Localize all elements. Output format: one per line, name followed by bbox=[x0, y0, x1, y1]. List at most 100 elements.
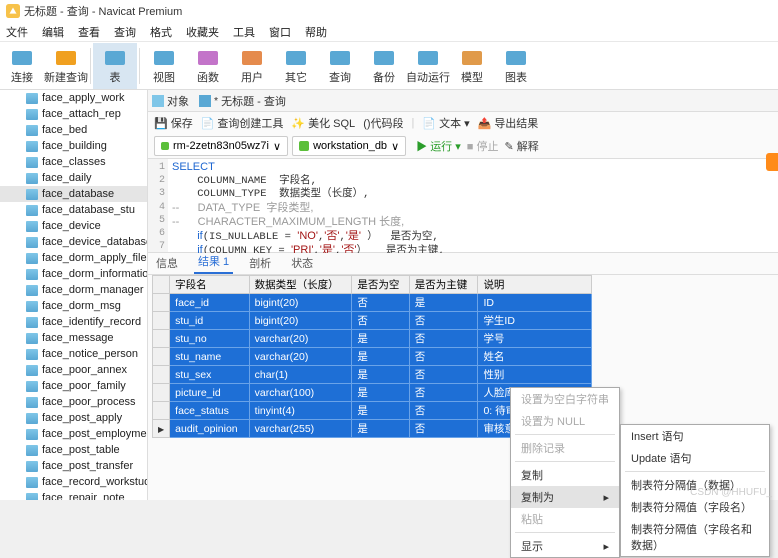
tree-item-face_building[interactable]: face_building bbox=[0, 138, 147, 154]
tree-item-face_record_workstudy[interactable]: face_record_workstudy bbox=[0, 474, 147, 490]
tab-profile[interactable]: 剖析 bbox=[245, 252, 275, 274]
toolbar-图表[interactable]: 图表 bbox=[494, 43, 538, 89]
tree-item-face_post_employmen[interactable]: face_post_employmen bbox=[0, 426, 147, 442]
toolbar-连接[interactable]: 连接 bbox=[0, 43, 44, 89]
watermark: CSDN @HHUFU_ bbox=[690, 487, 772, 498]
ctx-set-blank[interactable]: 设置为空白字符串 bbox=[511, 388, 619, 410]
ctx-show[interactable]: 显示▸ bbox=[511, 535, 619, 557]
table-icon bbox=[26, 429, 38, 440]
tree-item-face_dorm_manager[interactable]: face_dorm_manager bbox=[0, 282, 147, 298]
explain-button[interactable]: ✎ 解释 bbox=[504, 138, 538, 154]
table-row[interactable]: stu_novarchar(20)是否学号 bbox=[153, 330, 592, 348]
tree-item-face_dorm_information[interactable]: face_dorm_information bbox=[0, 266, 147, 282]
toolbar-备份[interactable]: 备份 bbox=[362, 43, 406, 89]
table-row[interactable]: stu_idbigint(20)否否学生ID bbox=[153, 312, 592, 330]
tree-item-face_device_database[interactable]: face_device_database bbox=[0, 234, 147, 250]
ctx-paste[interactable]: 粘贴 bbox=[511, 508, 619, 530]
tab-objects[interactable]: 对象 bbox=[152, 93, 189, 109]
object-sidebar[interactable]: face_apply_workface_attach_repface_bedfa… bbox=[0, 90, 148, 500]
menu-help[interactable]: 帮助 bbox=[305, 24, 327, 40]
tree-item-face_database_stu[interactable]: face_database_stu bbox=[0, 202, 147, 218]
sql-editor[interactable]: 123456789 SELECT COLUMN_NAME 字段名, COLUMN… bbox=[148, 158, 778, 253]
grid-icon bbox=[152, 95, 164, 107]
toolbar-函数[interactable]: 函数 bbox=[186, 43, 230, 89]
column-header[interactable]: 字段名 bbox=[170, 276, 250, 294]
tree-item-face_post_table[interactable]: face_post_table bbox=[0, 442, 147, 458]
context-menu[interactable]: 设置为空白字符串 设置为 NULL 删除记录 复制 复制为▸ 粘贴 显示▸ bbox=[510, 387, 620, 558]
ctx-copy-as[interactable]: 复制为▸ bbox=[511, 486, 619, 508]
table-icon bbox=[26, 205, 38, 216]
database-select[interactable]: workstation_db ∨ bbox=[292, 136, 406, 156]
ctx-copy[interactable]: 复制 bbox=[511, 464, 619, 486]
menu-format[interactable]: 格式 bbox=[150, 24, 172, 40]
tab-result[interactable]: 结果 1 bbox=[194, 250, 233, 274]
toolbar-查询[interactable]: 查询 bbox=[318, 43, 362, 89]
tree-item-face_daily[interactable]: face_daily bbox=[0, 170, 147, 186]
tree-item-face_post_transfer[interactable]: face_post_transfer bbox=[0, 458, 147, 474]
tree-item-face_repair_note[interactable]: face_repair_note bbox=[0, 490, 147, 500]
sql-text[interactable]: SELECT COLUMN_NAME 字段名, COLUMN_TYPE 数据类型… bbox=[168, 159, 778, 252]
tree-item-face_classes[interactable]: face_classes bbox=[0, 154, 147, 170]
menu-edit[interactable]: 编辑 bbox=[42, 24, 64, 40]
save-button[interactable]: 💾 保存 bbox=[154, 115, 193, 131]
toolbar-表[interactable]: 表 bbox=[93, 43, 137, 89]
menu-tools[interactable]: 工具 bbox=[233, 24, 255, 40]
menu-view[interactable]: 查看 bbox=[78, 24, 100, 40]
toolbar-用户[interactable]: 用户 bbox=[230, 43, 274, 89]
toolbar-其它[interactable]: 其它 bbox=[274, 43, 318, 89]
side-tag[interactable] bbox=[766, 153, 778, 171]
snippet-button[interactable]: ()代码段 bbox=[363, 115, 403, 131]
menu-query[interactable]: 查询 bbox=[114, 24, 136, 40]
ctx-tsv-headers[interactable]: 制表符分隔值（字段名） bbox=[621, 496, 769, 518]
table-icon bbox=[26, 493, 38, 501]
toolbar-模型[interactable]: 模型 bbox=[450, 43, 494, 89]
ctx-delete[interactable]: 删除记录 bbox=[511, 437, 619, 459]
table-icon bbox=[26, 269, 38, 280]
ctx-set-null[interactable]: 设置为 NULL bbox=[511, 410, 619, 432]
tree-item-face_dorm_apply_file[interactable]: face_dorm_apply_file bbox=[0, 250, 147, 266]
table-icon bbox=[26, 461, 38, 472]
table-row[interactable]: face_idbigint(20)否是ID bbox=[153, 294, 592, 312]
server-select[interactable]: rm-2zetn83n05wz7i ∨ bbox=[154, 136, 288, 156]
ctx-insert-stmt[interactable]: Insert 语句 bbox=[621, 425, 769, 447]
menu-file[interactable]: 文件 bbox=[6, 24, 28, 40]
stop-button[interactable]: ■ 停止 bbox=[467, 138, 499, 154]
menu-window[interactable]: 窗口 bbox=[269, 24, 291, 40]
column-header[interactable]: 是否为空 bbox=[352, 276, 409, 294]
text-button[interactable]: 📄 文本 ▾ bbox=[422, 115, 469, 131]
table-row[interactable]: stu_sexchar(1)是否性别 bbox=[153, 366, 592, 384]
tab-info[interactable]: 信息 bbox=[152, 252, 182, 274]
ctx-update-stmt[interactable]: Update 语句 bbox=[621, 447, 769, 469]
tree-item-face_message[interactable]: face_message bbox=[0, 330, 147, 346]
tree-item-face_device[interactable]: face_device bbox=[0, 218, 147, 234]
tree-item-face_database[interactable]: face_database bbox=[0, 186, 147, 202]
toolbar-新建查询[interactable]: 新建查询 bbox=[44, 43, 88, 89]
tree-item-face_post_apply[interactable]: face_post_apply bbox=[0, 410, 147, 426]
table-row[interactable]: stu_namevarchar(20)是否姓名 bbox=[153, 348, 592, 366]
tab-query[interactable]: * 无标题 - 查询 bbox=[199, 93, 286, 109]
chevron-right-icon: ▸ bbox=[603, 540, 609, 553]
tree-item-face_dorm_msg[interactable]: face_dorm_msg bbox=[0, 298, 147, 314]
beautify-button[interactable]: ✨ 美化 SQL bbox=[291, 115, 355, 131]
run-button[interactable]: ▶ 运行 ▾ bbox=[416, 138, 461, 154]
tree-item-face_bed[interactable]: face_bed bbox=[0, 122, 147, 138]
tree-item-face_poor_process[interactable]: face_poor_process bbox=[0, 394, 147, 410]
tree-item-face_attach_rep[interactable]: face_attach_rep bbox=[0, 106, 147, 122]
export-button[interactable]: 📤 导出结果 bbox=[478, 115, 539, 131]
builder-button[interactable]: 📄 查询创建工具 bbox=[201, 115, 284, 131]
tab-status[interactable]: 状态 bbox=[287, 252, 317, 274]
tree-item-face_poor_annex[interactable]: face_poor_annex bbox=[0, 362, 147, 378]
column-header[interactable]: 是否为主键 bbox=[409, 276, 478, 294]
toolbar-自动运行[interactable]: 自动运行 bbox=[406, 43, 450, 89]
ctx-tsv-all[interactable]: 制表符分隔值（字段名和数据） bbox=[621, 518, 769, 556]
column-header[interactable]: 说明 bbox=[478, 276, 592, 294]
toolbar-视图[interactable]: 视图 bbox=[142, 43, 186, 89]
toolbar-icon bbox=[198, 49, 218, 67]
tree-item-face_apply_work[interactable]: face_apply_work bbox=[0, 90, 147, 106]
connection-row: rm-2zetn83n05wz7i ∨ workstation_db ∨ ▶ 运… bbox=[148, 134, 778, 158]
tree-item-face_identify_record[interactable]: face_identify_record bbox=[0, 314, 147, 330]
tree-item-face_poor_family[interactable]: face_poor_family bbox=[0, 378, 147, 394]
menu-favorites[interactable]: 收藏夹 bbox=[186, 24, 219, 40]
column-header[interactable]: 数据类型（长度） bbox=[249, 276, 352, 294]
tree-item-face_notice_person[interactable]: face_notice_person bbox=[0, 346, 147, 362]
